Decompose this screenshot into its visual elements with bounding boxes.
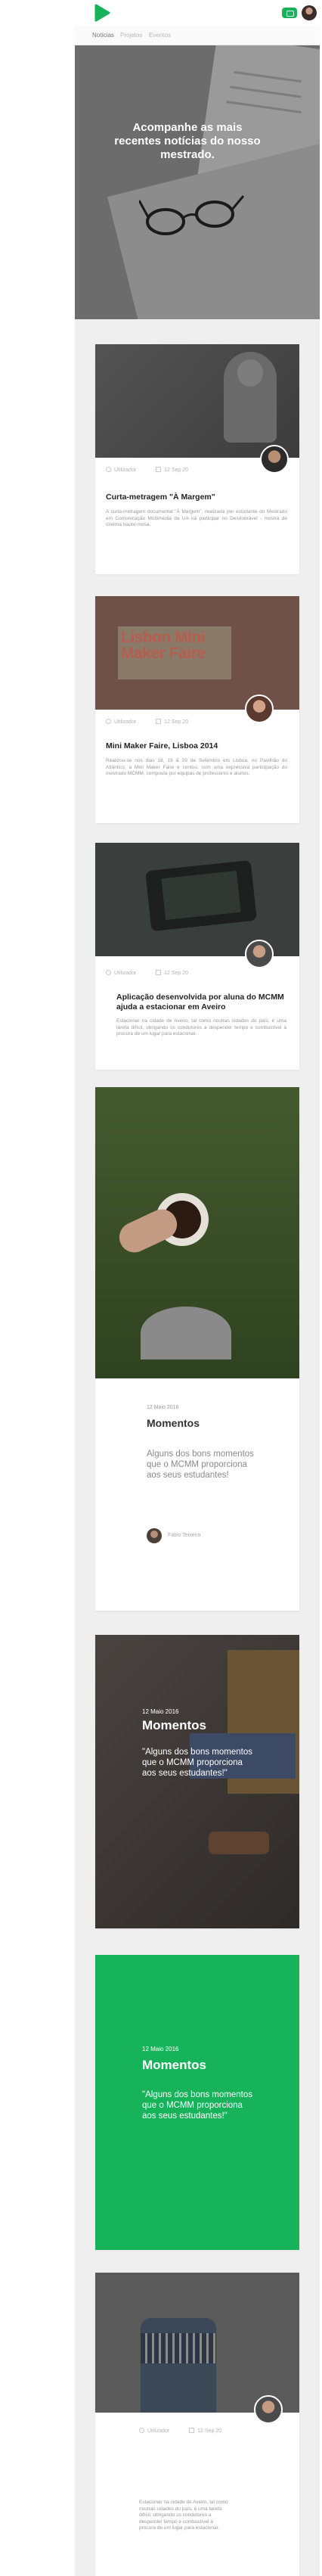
news-card[interactable]: Utilizador 12 Sep 20 Aplicação desenvolv… bbox=[95, 843, 299, 1070]
moment-quote: "Alguns dos bons momentos que o MCMM pro… bbox=[142, 2090, 252, 2121]
calendar-icon bbox=[156, 970, 162, 975]
page-column: Notícias Projetos Eventos Acompanhe as m… bbox=[75, 0, 320, 2576]
moments-card[interactable]: 12 Maio 2016 Momentos Alguns dos bons mo… bbox=[95, 1087, 299, 1611]
card-meta: Utilizador 12 Sep 20 bbox=[106, 970, 188, 976]
card-excerpt: Estacionar na cidade de Aveiro, tal como… bbox=[116, 1018, 286, 1036]
user-icon bbox=[106, 719, 111, 724]
moment-date: 12 Maio 2016 bbox=[142, 1708, 179, 1715]
moment-date: 12 Maio 2016 bbox=[142, 2046, 179, 2052]
author-avatar bbox=[254, 2395, 283, 2424]
moments-green-card[interactable]: 12 Maio 2016 Momentos "Alguns dos bons m… bbox=[95, 1955, 299, 2250]
user-avatar[interactable] bbox=[302, 5, 317, 20]
author-avatar bbox=[147, 1528, 162, 1543]
glasses-image bbox=[139, 195, 245, 235]
hero-banner: Acompanhe as mais recentes notícias do n… bbox=[75, 45, 320, 319]
moment-quote: Alguns dos bons momentos que o MCMM prop… bbox=[147, 1450, 254, 1480]
card-excerpt: A curta-metragem documental "À Margem", … bbox=[106, 509, 287, 527]
calendar-icon bbox=[156, 467, 162, 472]
card-meta: Utilizador 12 Sep 20 bbox=[106, 719, 188, 725]
user-icon bbox=[139, 2428, 144, 2433]
author-name: Fábio Teixeira bbox=[168, 1533, 201, 1538]
play-logo-icon[interactable] bbox=[92, 3, 112, 23]
moments-photo-card[interactable]: 12 Maio 2016 Momentos "Alguns dos bons m… bbox=[95, 1635, 299, 1928]
news-card[interactable]: Utilizador 12 Sep 20 Curta-metragem "À M… bbox=[95, 344, 299, 574]
image-caption: Maker Faire bbox=[121, 645, 206, 662]
user-icon bbox=[106, 970, 111, 975]
card-image bbox=[95, 1087, 299, 1378]
news-card[interactable]: Utilizador 12 Sep 20 Estacionar na cidad… bbox=[95, 2273, 299, 2576]
user-icon bbox=[106, 467, 111, 472]
card-image: Lisbon Mini Maker Faire bbox=[95, 596, 299, 710]
tab-projetos[interactable]: Projetos bbox=[120, 32, 142, 39]
card-meta: Utilizador 12 Sep 20 bbox=[106, 467, 188, 473]
sub-nav: Notícias Projetos Eventos bbox=[75, 26, 320, 45]
card-excerpt: Realizou-se nos dias 18, 19 & 20 de Sete… bbox=[106, 758, 287, 776]
card-image bbox=[95, 843, 299, 956]
tab-eventos[interactable]: Eventos bbox=[149, 32, 171, 39]
author-avatar bbox=[245, 940, 274, 968]
hero-title: Acompanhe as mais recentes notícias do n… bbox=[114, 121, 261, 161]
card-title[interactable]: Curta-metragem "À Margem" bbox=[106, 493, 215, 502]
tab-noticias[interactable]: Notícias bbox=[92, 32, 114, 39]
chat-icon[interactable] bbox=[282, 8, 297, 18]
calendar-icon bbox=[156, 719, 162, 724]
moment-title: Momentos bbox=[142, 1718, 206, 1732]
card-meta: Utilizador 12 Sep 20 bbox=[139, 2428, 221, 2434]
author-avatar bbox=[260, 445, 289, 474]
card-title[interactable]: Aplicação desenvolvida por aluna do MCMM… bbox=[116, 993, 290, 1012]
moment-quote: "Alguns dos bons momentos que o MCMM pro… bbox=[142, 1748, 252, 1778]
card-image bbox=[95, 344, 299, 458]
card-image bbox=[95, 1635, 299, 1928]
news-card[interactable]: Lisbon Mini Maker Faire Utilizador 12 Se… bbox=[95, 596, 299, 823]
card-title[interactable]: Mini Maker Faire, Lisboa 2014 bbox=[106, 741, 218, 750]
calendar-icon bbox=[189, 2428, 195, 2433]
moment-title: Momentos bbox=[147, 1417, 200, 1429]
image-caption: Lisbon Mini bbox=[121, 629, 206, 646]
moment-title: Momentos bbox=[142, 2058, 206, 2072]
card-image bbox=[95, 2273, 299, 2413]
top-bar bbox=[75, 0, 320, 26]
card-excerpt: Estacionar na cidade de Aveiro, tal como… bbox=[139, 2500, 228, 2531]
author-avatar bbox=[245, 694, 274, 723]
moment-date: 12 Maio 2016 bbox=[147, 1405, 179, 1410]
